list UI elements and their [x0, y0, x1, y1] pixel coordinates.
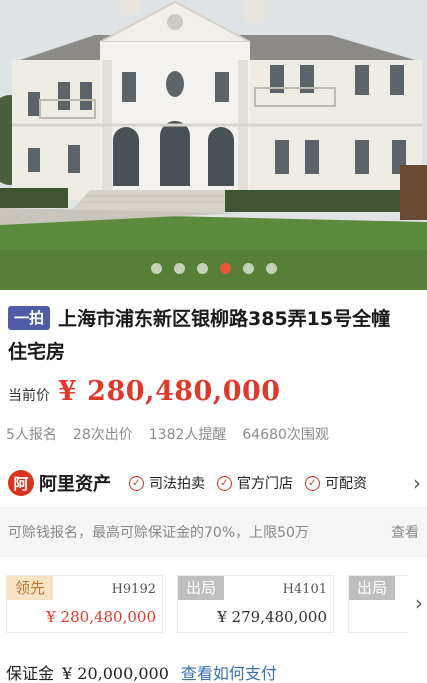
stat-registrations: 5人报名	[6, 427, 57, 443]
property-photo[interactable]	[0, 0, 427, 290]
listing-title: 一拍 上海市浦东新区银柳路385弄15号全幢 住宅房	[8, 303, 422, 369]
deposit-row: 保证金 ¥ 20,000,000 查看如何支付	[6, 660, 277, 683]
service-strip[interactable]: 阿 阿里资产 ✓ 司法拍卖 ✓ 官方门店 ✓ 可配资 ›	[0, 463, 427, 503]
payment-guide-link[interactable]: 查看如何支付	[181, 660, 277, 683]
ali-assets-logo: 阿 阿里资产	[8, 470, 111, 496]
stat-bids: 28次出价	[72, 427, 133, 443]
ali-logo-icon: 阿	[8, 470, 34, 496]
current-price: 当前价 ¥ 280,480,000	[8, 376, 281, 407]
ali-logo-name: 阿里资产	[39, 474, 111, 495]
auction-stats: 5人报名 28次出价 1382人提醒 64680次围观	[6, 424, 329, 444]
deposit-label: 保证金	[6, 664, 55, 683]
bid-amount: ¥ 280,480,000	[46, 608, 156, 626]
carousel-dot[interactable]	[173, 263, 185, 274]
bid-amount: ¥ 279,480,000	[217, 608, 327, 626]
carousel-dot[interactable]	[265, 263, 277, 274]
service-financing: ✓ 可配资	[305, 473, 367, 493]
bid-card-outbid-partial[interactable]: 出局	[348, 575, 408, 633]
title-line-1: 上海市浦东新区银柳路385弄15号全幢	[58, 308, 391, 330]
service-official-store: ✓ 官方门店	[217, 473, 293, 493]
bid-status-badge: 领先	[7, 576, 54, 600]
bidder-code: H9192	[111, 582, 156, 597]
deposit-value: ¥ 20,000,000	[62, 664, 169, 683]
bid-status-badge: 出局	[349, 576, 396, 600]
bid-card-outbid[interactable]: 出局 H4101 ¥ 279,480,000	[177, 575, 334, 633]
price-label: 当前价	[8, 388, 50, 404]
bidder-code: H4101	[282, 582, 327, 597]
check-circle-icon: ✓	[129, 475, 144, 491]
auction-round-tag: 一拍	[8, 306, 51, 330]
check-circle-icon: ✓	[305, 475, 320, 491]
chevron-right-icon[interactable]: ›	[415, 591, 423, 615]
title-line-2: 住宅房	[8, 341, 66, 363]
carousel-dot-active[interactable]	[219, 263, 231, 274]
mansion-image	[0, 0, 427, 290]
credit-signup-notice[interactable]: 可赊钱报名，最高可赊保证金的70%，上限50万 查看	[0, 507, 427, 557]
bid-status-badge: 出局	[178, 576, 225, 600]
bid-card-leading[interactable]: 领先 H9192 ¥ 280,480,000	[6, 575, 163, 633]
carousel-dot[interactable]	[196, 263, 208, 274]
price-value: ¥ 280,480,000	[58, 376, 281, 407]
notice-view-link[interactable]: 查看	[391, 522, 419, 542]
stat-views: 64680次围观	[242, 427, 329, 443]
check-circle-icon: ✓	[217, 475, 232, 491]
stat-reminders: 1382人提醒	[148, 427, 227, 443]
carousel-dot[interactable]	[242, 263, 254, 274]
chevron-right-icon[interactable]: ›	[413, 471, 421, 495]
bid-records[interactable]: 领先 H9192 ¥ 280,480,000 出局 H4101 ¥ 279,48…	[6, 575, 427, 633]
notice-text: 可赊钱报名，最高可赊保证金的70%，上限50万	[8, 525, 309, 541]
carousel-dot[interactable]	[150, 263, 162, 274]
carousel-dots[interactable]	[0, 263, 427, 274]
service-judicial-auction: ✓ 司法拍卖	[129, 473, 205, 493]
